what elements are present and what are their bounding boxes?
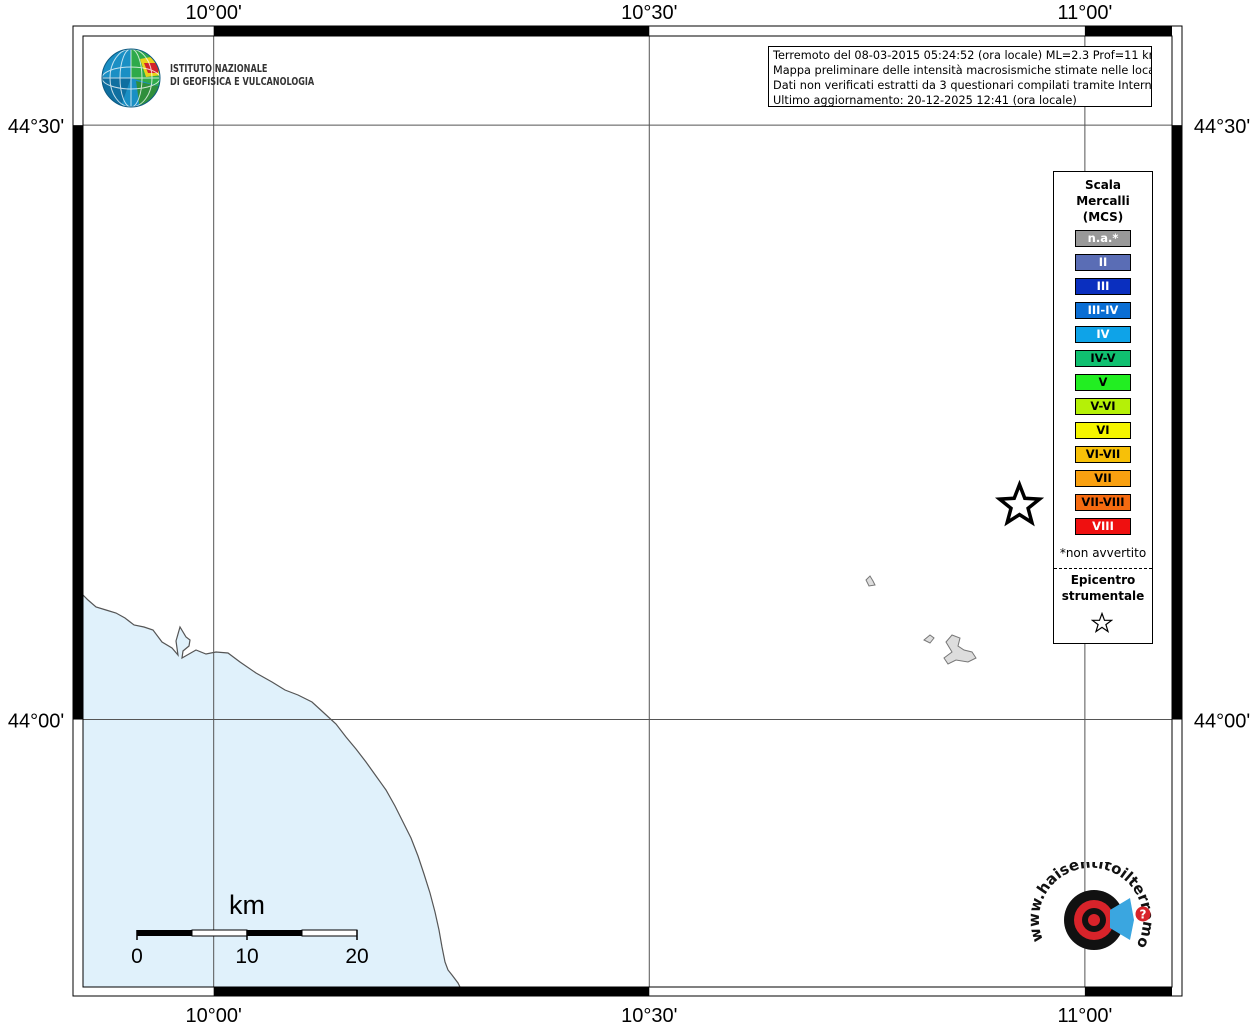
frame-band-right-1 xyxy=(1172,125,1182,720)
legend-swatch-iv-v: IV-V xyxy=(1075,350,1131,367)
legend-epicenter-line2: strumentale xyxy=(1061,589,1145,603)
lake-cluster-b xyxy=(943,634,977,665)
lat-label-right-1: 44°00' xyxy=(1194,711,1250,733)
legend-swatch-vii: VII xyxy=(1075,470,1131,487)
legend-title: Scala Mercalli (MCS) xyxy=(1054,177,1152,225)
globe-icon xyxy=(101,48,161,108)
lat-label-left-0: 44°30' xyxy=(8,116,64,138)
info-line-3: Dati non verificati estratti da 3 questi… xyxy=(773,79,1152,92)
info-line-2: Mappa preliminare delle intensità macros… xyxy=(773,64,1152,77)
legend-swatch-vii-viii: VII-VIII xyxy=(1075,494,1131,511)
legend-swatch-iii-iv: III-IV xyxy=(1075,302,1131,319)
scale-tick-20: 20 xyxy=(345,945,368,968)
frame-band-bottom-3 xyxy=(1084,987,1172,996)
legend-swatch-iv: IV xyxy=(1075,326,1131,343)
scale-tick-0: 0 xyxy=(131,945,143,968)
haisentito-logo-graphic: www.haisentitoilterremoto.it ? xyxy=(1025,848,1158,951)
legend-swatch-n-a: n.a.* xyxy=(1075,230,1131,247)
sea-area xyxy=(83,595,460,987)
scale-unit: km xyxy=(229,890,265,920)
lat-label-left-1: 44°00' xyxy=(8,711,64,733)
lat-label-right-0: 44°30' xyxy=(1194,116,1250,138)
ingv-name-line1: ISTITUTO NAZIONALE xyxy=(170,62,268,75)
ingv-name: ISTITUTO NAZIONALE DI GEOFISICA E VULCAN… xyxy=(170,62,314,88)
lon-label-bottom-0: 10°00' xyxy=(186,1005,242,1024)
legend-title-line2: Mercalli xyxy=(1076,194,1130,208)
target-center xyxy=(1088,914,1100,926)
legend-title-line3: (MCS) xyxy=(1082,210,1124,224)
legend-swatch-vi-vii: VI-VII xyxy=(1075,446,1131,463)
ingv-logo: ISTITUTO NAZIONALE DI GEOFISICA E VULCAN… xyxy=(100,46,320,110)
ingv-name-line2: DI GEOFISICA E VULCANOLOGIA xyxy=(170,75,315,88)
legend-swatch-v-vi: V-VI xyxy=(1075,398,1131,415)
legend-footnote: *non avvertito xyxy=(1059,546,1147,560)
frame-band-bottom-1 xyxy=(213,987,650,996)
lake-cluster-a xyxy=(923,634,935,644)
lon-label-top-0: 10°00' xyxy=(186,2,242,24)
lon-label-bottom-2: 11°00' xyxy=(1057,1005,1112,1024)
legend-separator xyxy=(1054,568,1152,569)
frame-band-left-1 xyxy=(73,125,83,720)
info-line-1: Terremoto del 08-03-2015 05:24:52 (ora l… xyxy=(773,49,1152,62)
legend-swatch-vi: VI xyxy=(1075,422,1131,439)
scale-tick-10: 10 xyxy=(235,945,258,968)
epicenter-star-icon xyxy=(994,479,1045,527)
legend-epicenter-line1: Epicentro xyxy=(1070,573,1136,587)
legend-title-line1: Scala xyxy=(1084,178,1122,192)
frame-band-top-3 xyxy=(1084,26,1172,36)
lon-label-top-2: 11°00' xyxy=(1057,2,1112,24)
svg-text:?: ? xyxy=(1140,908,1147,922)
legend-swatch-iii: III xyxy=(1075,278,1131,295)
legend-star-icon xyxy=(1091,612,1113,633)
lon-label-bottom-1: 10°30' xyxy=(621,1005,677,1024)
frame-band-top-1 xyxy=(213,26,650,36)
legend-epicenter-label: Epicentro strumentale xyxy=(1054,572,1152,604)
haisentito-logo: www.haisentitoilterremoto.it ? xyxy=(1025,848,1160,980)
legend-swatch-viii: VIII xyxy=(1075,518,1131,535)
event-info-box: Terremoto del 08-03-2015 05:24:52 (ora l… xyxy=(768,46,1152,107)
lon-label-top-1: 10°30' xyxy=(621,2,677,24)
lake-small xyxy=(865,575,876,587)
mcs-legend: Scala Mercalli (MCS) n.a.* II III III-IV IV I… xyxy=(1053,171,1153,644)
legend-swatch-v: V xyxy=(1075,374,1131,391)
legend-swatch-ii: II xyxy=(1075,254,1131,271)
info-line-4: Ultimo aggiornamento: 20-12-2025 12:41 (… xyxy=(773,94,1077,107)
